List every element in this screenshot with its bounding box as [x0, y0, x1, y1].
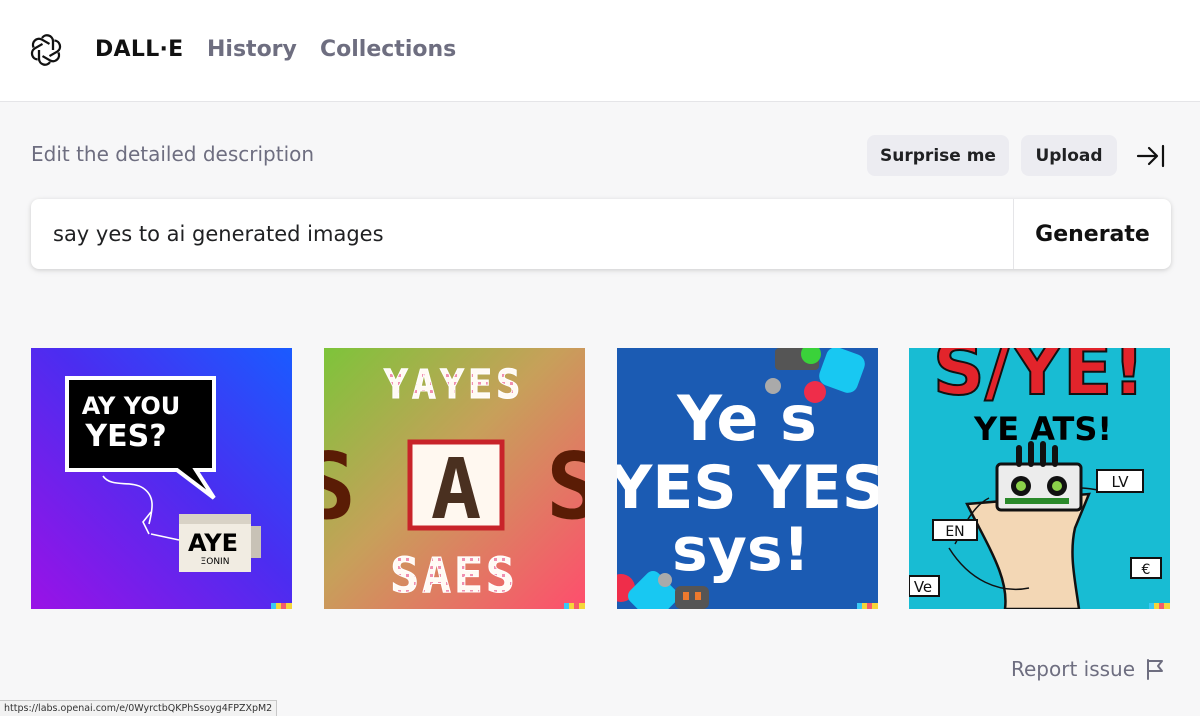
generated-image-1[interactable]: AY YOU YES? AYE ΞONIN	[31, 348, 292, 609]
flag-icon	[1147, 659, 1164, 680]
upload-button[interactable]: Upload	[1021, 135, 1117, 176]
image-4-tag-right: LV	[1112, 473, 1130, 491]
prompt-label: Edit the detailed description	[31, 142, 315, 166]
top-nav: DALL·E History Collections	[0, 0, 1200, 102]
image-3-line-2: YES YES	[617, 453, 878, 523]
nav-history[interactable]: History	[207, 36, 297, 64]
svg-text:A: A	[431, 440, 482, 538]
surprise-me-button[interactable]: Surprise me	[867, 135, 1009, 176]
image-1-line-1: AY YOU	[82, 392, 180, 420]
generated-image-2[interactable]: YAYES S A S A SAES	[324, 348, 585, 609]
generated-image-4[interactable]: S/YE! YE ATS! LV EN Ve €	[909, 348, 1170, 609]
generate-button[interactable]: Generate	[1014, 199, 1171, 269]
status-bar-url: https://labs.openai.com/e/0WyrctbQKPhSso…	[0, 700, 278, 716]
generated-image-3[interactable]: Ye s YES YES sys!	[617, 348, 878, 609]
image-1-line-2: YES?	[84, 419, 166, 454]
image-4-top-text: S/YE!	[933, 348, 1145, 411]
arrow-right-to-bar-icon[interactable]	[1136, 143, 1166, 169]
image-4-tag-bottom-right: €	[1142, 562, 1151, 578]
prompt-box: Generate	[31, 199, 1171, 269]
report-issue-link[interactable]: Report issue	[1011, 655, 1165, 683]
prompt-input[interactable]	[31, 199, 1013, 269]
openai-logo-icon[interactable]	[29, 33, 63, 67]
image-3-line-3: sys!	[672, 515, 810, 585]
image-1-mug-text: AYE	[188, 529, 238, 557]
nav-dalle[interactable]: DALL·E	[95, 36, 184, 64]
image-2-top-text: YAYES	[384, 362, 524, 408]
image-2-bottom-text: SAES	[390, 548, 518, 604]
image-4-tag-bottom-left: Ve	[914, 578, 932, 596]
report-issue-label: Report issue	[1011, 657, 1136, 681]
image-4-tag-left: EN	[945, 524, 964, 540]
nav-collections[interactable]: Collections	[320, 36, 456, 64]
image-1-mug-subtext: ΞONIN	[201, 557, 230, 567]
image-3-line-1: Ye s	[676, 382, 817, 455]
